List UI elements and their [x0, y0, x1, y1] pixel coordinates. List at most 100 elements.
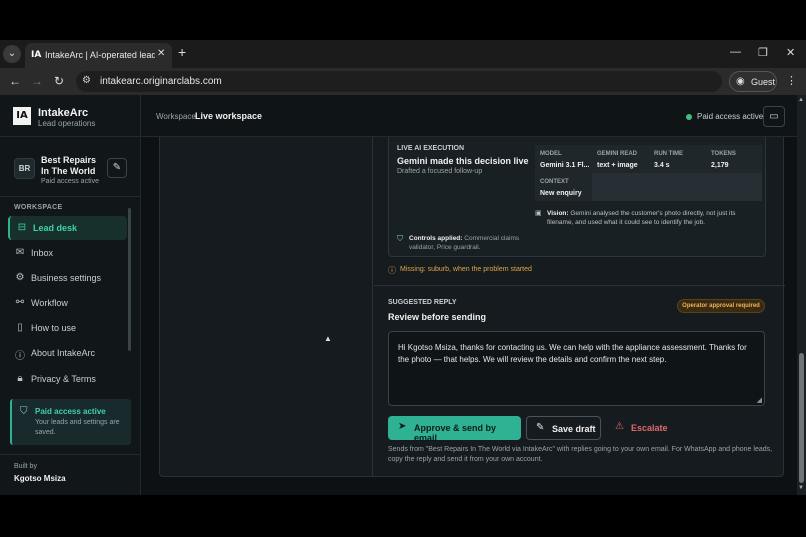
missing-fields-note: Missing: suburb, when the problem starte…: [400, 266, 532, 273]
reply-title: Review before sending: [388, 312, 487, 322]
escalate-button[interactable]: ⚠ Escalate: [609, 416, 671, 440]
sidebar-item-workflow[interactable]: ⚯ Workflow: [8, 291, 127, 315]
new-tab-button[interactable]: +: [178, 44, 186, 60]
sidebar-item-business-settings[interactable]: ⚙ Business settings: [8, 266, 127, 290]
divider: [374, 285, 785, 286]
sidebar-item-inbox[interactable]: ✉ Inbox: [8, 241, 127, 265]
stat-tokens: TOKENS 2,179: [706, 145, 762, 173]
window-frame-top: [0, 0, 806, 40]
sidebar-item-label: How to use: [31, 323, 77, 333]
edit-business-button[interactable]: ✎: [107, 158, 127, 178]
pencil-icon: ✎: [112, 162, 122, 173]
resize-handle-icon[interactable]: ◢: [757, 396, 762, 404]
close-window-button[interactable]: ✕: [786, 46, 795, 59]
save-draft-button[interactable]: ✎ Save draft: [526, 416, 601, 440]
ai-kicker: LIVE AI EXECUTION: [397, 145, 465, 152]
url-field[interactable]: ⚙ intakearc.originarclabs.com: [76, 71, 722, 92]
tab-title: IntakeArc | AI-operated lead desk: [45, 50, 155, 60]
sidebar-item-how-to-use[interactable]: ▯ How to use: [8, 316, 127, 340]
paid-card-title: Paid access active: [35, 407, 106, 416]
stat-key: RUN TIME: [654, 151, 683, 157]
sidebar-item-privacy[interactable]: 🔒︎ Privacy & Terms: [8, 367, 127, 391]
brand-tagline: Lead operations: [38, 119, 96, 128]
scroll-up-icon[interactable]: ▲: [798, 97, 804, 103]
page-title: Live workspace: [195, 111, 263, 121]
stat-gemini-read: GEMINI READ text + image: [592, 145, 649, 173]
browser-menu-icon[interactable]: ⋮: [786, 74, 797, 87]
restore-button[interactable]: ❐: [758, 46, 768, 59]
divider: [0, 454, 141, 455]
profile-icon: ◉: [736, 76, 745, 87]
controls-label: Controls applied:: [409, 235, 463, 242]
lock-icon: 🔒︎: [17, 373, 23, 384]
forward-button[interactable]: →: [31, 74, 43, 88]
approval-badge: Operator approval required: [677, 299, 765, 313]
tab-bar: ⌄ IA IntakeArc | AI-operated lead desk ✕…: [0, 40, 806, 68]
brand-logo: IA: [13, 107, 31, 125]
stat-value: Gemini 3.1 Fl...: [540, 162, 590, 169]
profile-label: Guest: [751, 77, 776, 87]
stat-value: 3.4 s: [654, 162, 670, 169]
scroll-down-icon[interactable]: ▼: [798, 485, 804, 491]
save-draft-label: Save draft: [552, 424, 596, 434]
display-toggle-button[interactable]: ▭: [763, 106, 785, 127]
stat-context: CONTEXT New enquiry: [535, 173, 592, 201]
pencil-icon: ✎: [536, 422, 545, 433]
vision-label: Vision:: [547, 210, 569, 217]
sidebar-item-lead-desk[interactable]: ⊟ Lead desk: [8, 216, 127, 240]
profile-button[interactable]: ◉ Guest: [729, 71, 777, 92]
sidebar-scrollbar[interactable]: [128, 208, 131, 351]
browser-tab[interactable]: IA IntakeArc | AI-operated lead desk ✕: [25, 43, 172, 68]
stat-key: MODEL: [540, 151, 562, 157]
shield-check-icon: ⛉: [397, 234, 403, 243]
business-avatar: BR: [14, 158, 35, 179]
address-bar-row: ← → ↻ ⚙ intakearc.originarclabs.com ◉ Gu…: [0, 68, 806, 95]
reply-kicker: SUGGESTED REPLY: [388, 299, 457, 306]
stat-key: CONTEXT: [540, 179, 569, 185]
minimize-button[interactable]: —: [730, 46, 741, 58]
stat-value: 2,179: [711, 162, 729, 169]
page-scrollbar[interactable]: ▲ ▼: [797, 95, 806, 495]
back-button[interactable]: ←: [9, 74, 21, 88]
send-icon: ➤: [398, 421, 407, 432]
send-footnote: Sends from "Best Repairs In The World vi…: [388, 446, 773, 463]
paid-card-text: Your leads and settings are saved.: [35, 419, 120, 436]
close-tab-icon[interactable]: ✕: [157, 48, 165, 59]
built-by-label: Built by: [14, 463, 37, 470]
gear-icon: ⚙: [15, 272, 25, 283]
brand-name: IntakeArc: [38, 107, 89, 119]
controls-note: Controls applied: Commercial claims vali…: [409, 234, 529, 252]
lead-list-pane: ▲: [160, 137, 373, 477]
approve-send-button[interactable]: ➤ Approve & send by email: [388, 416, 521, 443]
sidebar-item-about[interactable]: ⓘ About IntakeArc: [8, 341, 127, 365]
info-icon: ⓘ: [15, 351, 25, 362]
top-header: Workspace Live workspace Paid access act…: [141, 95, 806, 137]
divider: [0, 196, 141, 197]
sidebar-item-label: Lead desk: [33, 223, 78, 233]
shield-icon: ⛉: [20, 406, 28, 417]
warning-circle-icon: ⓘ: [388, 266, 396, 275]
section-label: WORKSPACE: [14, 204, 63, 211]
stat-run-time: RUN TIME 3.4 s: [649, 145, 706, 173]
favicon-icon: IA: [31, 50, 42, 60]
scrollbar-thumb[interactable]: [799, 353, 804, 483]
reply-textarea[interactable]: Hi Kgotso Msiza, thanks for contacting u…: [388, 331, 765, 406]
reload-button[interactable]: ↻: [54, 74, 64, 88]
business-name: Best Repairs In The World: [41, 155, 97, 176]
approve-send-label: Approve & send by email: [414, 423, 497, 443]
warning-triangle-icon: ⚠: [615, 421, 624, 432]
tab-search-button[interactable]: ⌄: [3, 45, 21, 63]
stat-key: GEMINI READ: [597, 151, 638, 157]
mouse-cursor-icon: ▲: [324, 334, 332, 343]
monitor-icon: ▭: [769, 111, 779, 122]
divider: [0, 136, 141, 137]
main-panel: ▲ LIVE AI EXECUTION Gemini made this dec…: [159, 137, 785, 477]
business-status: Paid access active: [41, 178, 99, 185]
sidebar: IA IntakeArc Lead operations BR Best Rep…: [0, 95, 141, 495]
breadcrumb-parent[interactable]: Workspace: [156, 112, 196, 121]
site-info-icon[interactable]: ⚙: [82, 75, 91, 86]
escalate-label: Escalate: [631, 423, 668, 433]
stat-model: MODEL Gemini 3.1 Fl...: [535, 145, 592, 173]
window-frame-bottom: [0, 495, 806, 537]
reply-text: Hi Kgotso Msiza, thanks for contacting u…: [398, 343, 747, 364]
